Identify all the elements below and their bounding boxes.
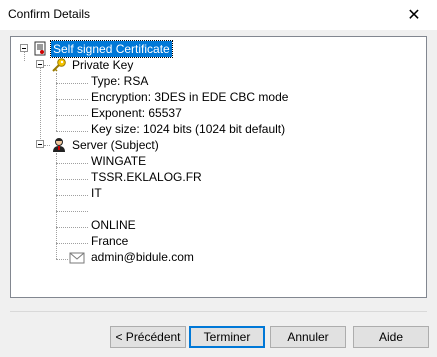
back-button-label: < Précédent	[115, 330, 181, 344]
title-bar: Confirm Details ✕	[0, 0, 437, 30]
tree-connector	[56, 211, 88, 212]
tree-connector	[56, 259, 68, 260]
person-icon	[53, 138, 65, 152]
window-title: Confirm Details	[8, 7, 91, 21]
tree-connector	[56, 243, 88, 244]
tree-connector	[56, 73, 57, 131]
tree-node-label: Private Key	[72, 58, 134, 72]
tree-connector	[56, 131, 88, 132]
back-button[interactable]: < Précédent	[110, 326, 186, 348]
certificate-icon	[34, 41, 46, 56]
cancel-button[interactable]: Annuler	[270, 326, 346, 348]
envelope-icon	[69, 252, 85, 264]
finish-button[interactable]: Terminer	[189, 326, 265, 348]
key-icon	[52, 58, 66, 72]
tree-connector	[44, 145, 50, 146]
collapse-icon[interactable]	[36, 140, 44, 148]
tree-connector	[56, 115, 88, 116]
tree-connector	[40, 61, 41, 141]
tree-connector	[56, 163, 88, 164]
tree-connector	[56, 83, 88, 84]
tree-connector	[56, 227, 88, 228]
tree-node-label: Server (Subject)	[72, 138, 159, 152]
details-tree[interactable]: Self signed Certificate Private Key Type…	[10, 36, 427, 298]
tree-leaf-label: WINGATE	[91, 154, 147, 168]
collapse-icon[interactable]	[36, 60, 44, 68]
tree-connector	[44, 65, 50, 66]
collapse-icon[interactable]	[20, 44, 28, 52]
separator	[10, 311, 427, 312]
tree-connector	[56, 195, 88, 196]
tree-leaf-label: Key size: 1024 bits (1024 bit default)	[91, 122, 286, 136]
cancel-button-label: Annuler	[287, 330, 329, 344]
help-button-label: Aide	[378, 330, 404, 344]
tree-leaf-label: IT	[91, 186, 102, 200]
tree-leaf-label: admin@bidule.com	[91, 250, 194, 264]
tree-leaf-label: Exponent: 65537	[91, 106, 182, 120]
tree-leaf-label: ONLINE	[91, 218, 136, 232]
tree-leaf-label: France	[91, 234, 129, 248]
tree-root-label: Self signed Certificate	[50, 40, 173, 58]
tree-leaf-label: Type: RSA	[91, 74, 149, 88]
close-icon: ✕	[407, 7, 421, 24]
close-button[interactable]: ✕	[391, 0, 437, 30]
tree-leaf-label: Encryption: 3DES in EDE CBC mode	[91, 90, 289, 104]
tree-connector	[56, 179, 88, 180]
finish-button-label: Terminer	[203, 330, 251, 344]
tree-leaf-label: TSSR.EKLALOG.FR	[91, 170, 202, 184]
help-button[interactable]: Aide	[353, 326, 429, 348]
tree-connector	[56, 99, 88, 100]
